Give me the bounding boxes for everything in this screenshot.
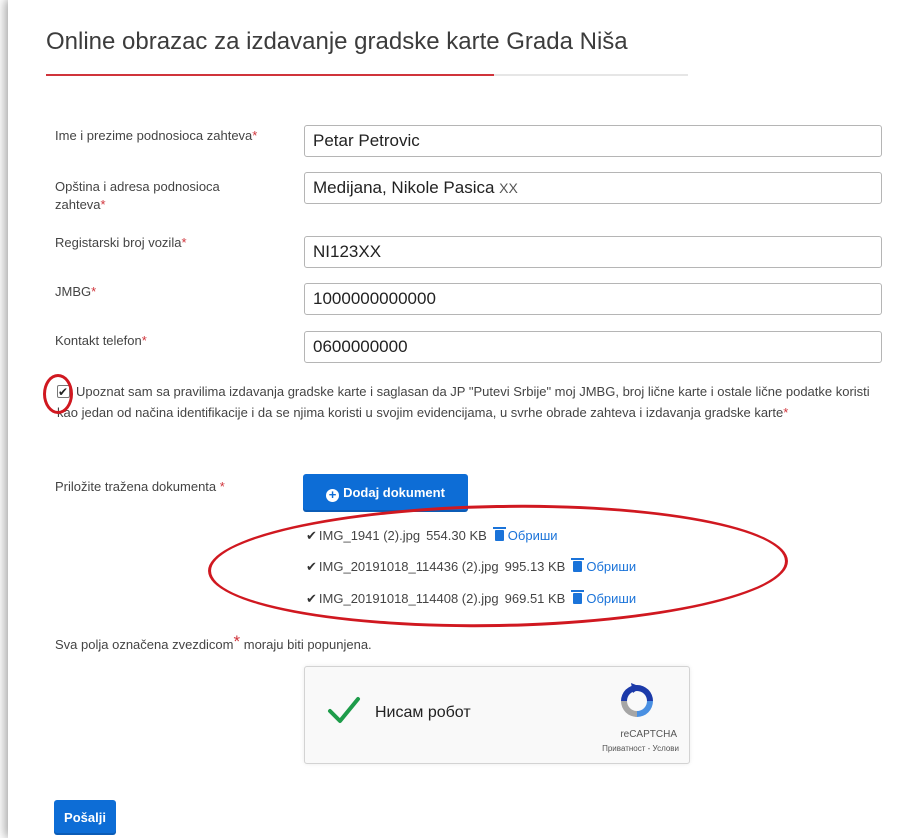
check-icon: ✔ [306,528,317,543]
page-title: Online obrazac za izdavanje gradske kart… [46,28,628,55]
required-mark: * [91,284,97,299]
plus-circle-icon: + [326,488,340,502]
name-input[interactable]: Petar Petrovic [304,125,882,157]
captcha-link-separator: - [645,744,653,753]
phone-input[interactable]: 0600000000 [304,331,882,363]
recaptcha-logo-icon [621,683,653,717]
address-input-value: Medijana, Nikole Pasica [313,178,500,197]
trash-icon [571,590,585,604]
delete-file-link[interactable]: Обриши [571,590,637,606]
required-note: Sva polja označena zvezdicom* moraju bit… [55,632,372,652]
delete-label: Обриши [507,528,558,543]
consent-text: Upoznat sam sa pravilima izdavanja grads… [57,384,870,420]
file-name: IMG_1941 (2).jpg [318,528,421,543]
jmbg-input-value: 1000000000000 [313,289,436,308]
add-document-button[interactable]: + Dodaj dokument [303,474,468,512]
file-size: 554.30 KB [426,528,487,543]
name-input-value: Petar Petrovic [313,131,420,150]
plate-input-value: NI123XX [313,242,382,261]
jmbg-input[interactable]: 1000000000000 [304,283,882,315]
name-label-text: Ime i prezime podnosioca zahteva [55,128,253,143]
required-mark: * [100,197,106,212]
title-divider-accent [46,74,494,76]
captcha-terms-link[interactable]: Услови [653,744,679,753]
file-name: IMG_20191018_114408 (2).jpg [318,591,499,606]
file-name: IMG_20191018_114436 (2).jpg [318,559,499,574]
required-mark: * [252,128,258,143]
delete-label: Обриши [586,591,637,606]
address-input[interactable]: Medijana, Nikole Pasica XX [304,172,882,204]
check-icon: ✔ [306,559,317,574]
trash-icon [492,527,506,541]
required-mark: * [219,479,225,494]
consent-checkbox[interactable] [57,382,70,403]
required-mark: * [141,333,147,348]
required-mark: * [783,405,789,420]
captcha-privacy-link[interactable]: Приватност [602,744,645,753]
recaptcha-widget: Нисам робот reCAPTCHA Приватност - Услов… [304,666,690,764]
captcha-checkmark-icon[interactable] [327,693,361,727]
check-icon: ✔ [306,591,317,606]
captcha-links: Приватност - Услови [602,744,679,753]
name-label: Ime i prezime podnosioca zahteva* [55,127,257,145]
address-label-line2: zahteva [55,197,101,212]
jmbg-label-text: JMBG [55,284,92,299]
file-item: ✔ IMG_20191018_114436 (2).jpg 995.13 KB Обр… [306,557,636,577]
jmbg-label: JMBG* [55,283,96,301]
file-size: 995.13 KB [504,559,566,574]
captcha-label: Нисам робот [375,704,471,721]
required-note-before: Sva polja označena zvezdicom [55,637,234,652]
phone-label: Kontakt telefon* [55,332,147,350]
delete-label: Обриши [586,559,637,574]
address-label-line1: Opština i adresa podnosioca [55,179,220,194]
form-panel: Online obrazac za izdavanje gradske kart… [8,0,901,838]
plate-label: Registarski broj vozila* [55,234,187,252]
captcha-brand: reCAPTCHA [620,729,677,740]
file-size: 969.51 KB [504,591,566,606]
trash-icon [571,558,585,572]
address-label: Opština i adresa podnosioca zahteva* [55,178,220,214]
attachments-label-text: Priložite tražena dokumenta [55,479,220,494]
plate-label-text: Registarski broj vozila [55,235,182,250]
required-note-after: moraju biti popunjena. [240,637,372,652]
consent-row: Upoznat sam sa pravilima izdavanja grads… [57,381,877,423]
title-divider [46,74,688,76]
plate-input[interactable]: NI123XX [304,236,882,268]
add-document-label: Dodaj dokument [343,484,445,500]
submit-button[interactable]: Pošalji [54,800,116,835]
phone-label-text: Kontakt telefon [55,333,142,348]
file-item: ✔ IMG_1941 (2).jpg 554.30 KB Обриши [306,526,558,546]
file-item: ✔ IMG_20191018_114408 (2).jpg 969.51 KB Обр… [306,589,636,609]
attachments-label: Priložite tražena dokumenta * [55,478,225,496]
required-mark: * [181,235,187,250]
phone-input-value: 0600000000 [313,337,408,356]
address-input-suffix: XX [499,180,518,196]
delete-file-link[interactable]: Обриши [571,558,637,574]
delete-file-link[interactable]: Обриши [492,527,558,543]
